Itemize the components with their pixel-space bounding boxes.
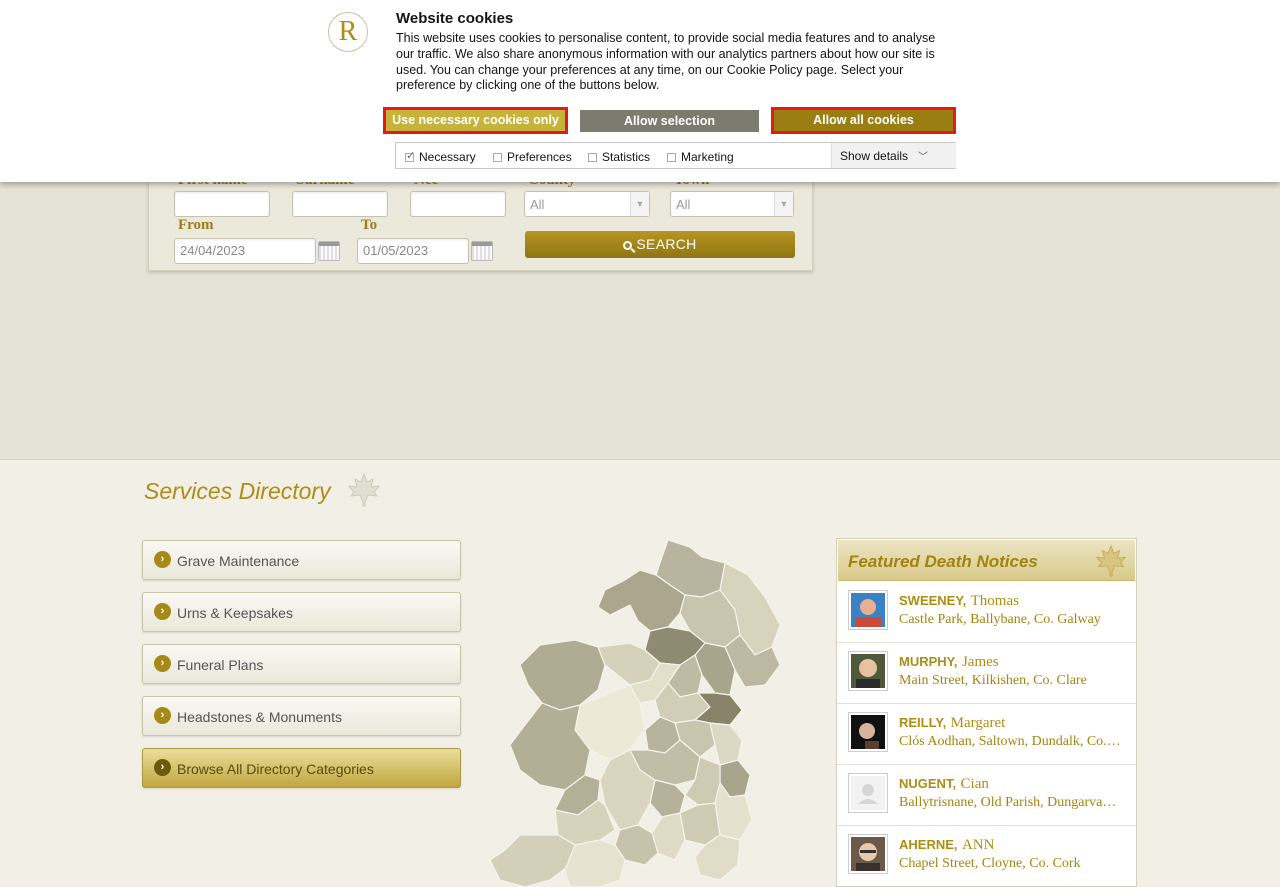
search-button-label: SEARCH <box>636 236 697 252</box>
notice-address: Castle Park, Ballybane, Co. Galway <box>899 612 1101 627</box>
town-select[interactable]: All ▼ <box>670 191 794 217</box>
browse-all-categories-button[interactable]: › Browse All Directory Categories <box>142 748 461 788</box>
county-select-value: All <box>530 197 545 212</box>
services-directory-title: Services Directory <box>144 478 331 504</box>
from-date-input[interactable]: 24/04/2023 <box>174 238 316 264</box>
notice-item[interactable]: SWEENEY, Thomas Castle Park, Ballybane, … <box>837 582 1136 643</box>
maple-leaf-icon <box>347 472 381 507</box>
notice-address: Chapel Street, Cloyne, Co. Cork <box>899 856 1081 871</box>
directory-item-label: Urns & Keepsakes <box>177 605 293 621</box>
chevron-down-icon: ▼ <box>630 192 649 216</box>
county-select[interactable]: All ▼ <box>524 191 650 217</box>
cookie-banner: R Website cookies This website uses cook… <box>0 0 1280 182</box>
use-necessary-cookies-label: Use necessary cookies only <box>386 110 565 131</box>
chevron-down-icon: ﹀ <box>918 152 928 163</box>
to-date-input[interactable]: 01/05/2023 <box>357 238 469 264</box>
ireland-county-map[interactable] <box>480 535 792 887</box>
option-label: Necessary <box>419 150 476 164</box>
map-county-laois[interactable] <box>649 779 686 818</box>
notice-forename[interactable]: Thomas <box>971 593 1019 609</box>
notice-photo[interactable] <box>848 834 888 874</box>
map-county-meath[interactable] <box>709 722 743 766</box>
from-label: From <box>178 217 214 233</box>
search-icon <box>623 241 633 250</box>
notice-surname[interactable]: AHERNE, <box>899 837 958 852</box>
directory-item-label: Headstones & Monuments <box>177 709 342 725</box>
notice-surname[interactable]: MURPHY, <box>899 654 958 669</box>
chevron-down-icon: ▼ <box>774 192 793 216</box>
chevron-right-icon: › <box>154 707 171 724</box>
featured-death-notices: Featured Death Notices SWEENEY, Thomas C… <box>836 538 1137 887</box>
search-button[interactable]: SEARCH <box>525 231 795 258</box>
surname-input[interactable] <box>292 191 388 217</box>
notice-address: Ballytrisnane, Old Parish, Dungarvan, Co… <box>899 795 1121 810</box>
checkbox-preferences[interactable] <box>493 153 502 162</box>
option-label: Preferences <box>507 150 572 164</box>
to-label: To <box>361 217 378 233</box>
cookie-title: Website cookies <box>396 10 514 27</box>
allow-all-cookies-label: Allow all cookies <box>774 110 953 131</box>
nee-input[interactable] <box>410 191 506 217</box>
checkbox-necessary[interactable] <box>405 149 415 162</box>
directory-item-label: Funeral Plans <box>177 657 264 673</box>
notice-item[interactable]: REILLY, Margaret Clós Aodhan, Saltown, D… <box>837 704 1136 765</box>
calendar-icon[interactable] <box>471 241 493 261</box>
allow-all-cookies-button[interactable]: Allow all cookies <box>771 107 956 134</box>
featured-header: Featured Death Notices <box>838 540 1135 581</box>
option-label: Statistics <box>602 150 651 164</box>
necessary-option[interactable]: Necessary <box>405 149 476 164</box>
chevron-right-icon: › <box>154 759 171 776</box>
marketing-option[interactable]: Marketing <box>667 150 734 164</box>
map-county-kerry[interactable] <box>489 834 576 887</box>
chevron-right-icon: › <box>154 551 171 568</box>
statistics-option[interactable]: Statistics <box>588 150 650 164</box>
site-logo: R <box>328 12 368 52</box>
checkbox-statistics[interactable] <box>588 153 597 162</box>
option-label: Marketing <box>681 150 734 164</box>
show-details-toggle[interactable]: Show details ﹀ <box>831 143 956 168</box>
featured-title: Featured Death Notices <box>848 552 1038 571</box>
notice-item[interactable]: NUGENT, Cian Ballytrisnane, Old Parish, … <box>837 765 1136 826</box>
notice-surname[interactable]: NUGENT, <box>899 776 956 791</box>
directory-item-grave-maintenance[interactable]: › Grave Maintenance <box>142 540 461 580</box>
preferences-option[interactable]: Preferences <box>493 150 572 164</box>
directory-item-label: Browse All Directory Categories <box>177 761 374 777</box>
notice-photo[interactable] <box>848 651 888 691</box>
use-necessary-cookies-button[interactable]: Use necessary cookies only <box>383 107 568 134</box>
notice-surname[interactable]: SWEENEY, <box>899 593 966 608</box>
cookie-preferences-bar: Necessary Preferences Statistics Marketi… <box>395 142 956 169</box>
town-select-value: All <box>676 197 691 212</box>
notice-address: Main Street, Kilkishen, Co. Clare <box>899 673 1087 688</box>
first-name-input[interactable] <box>174 191 270 217</box>
chevron-right-icon: › <box>154 655 171 672</box>
notice-forename[interactable]: Cian <box>961 776 989 792</box>
notice-forename[interactable]: Margaret <box>951 715 1006 731</box>
notice-photo[interactable] <box>848 712 888 752</box>
map-county-galway[interactable] <box>509 702 591 791</box>
notice-photo[interactable] <box>848 590 888 630</box>
notice-item[interactable]: MURPHY, James Main Street, Kilkishen, Co… <box>837 643 1136 704</box>
maple-leaf-icon <box>1095 544 1127 577</box>
directory-item-label: Grave Maintenance <box>177 553 300 569</box>
notice-item[interactable]: AHERNE, ANN Chapel Street, Cloyne, Co. C… <box>837 826 1136 887</box>
chevron-right-icon: › <box>154 603 171 620</box>
allow-selection-button[interactable]: Allow selection <box>580 110 759 132</box>
directory-item-urns-keepsakes[interactable]: › Urns & Keepsakes <box>142 592 461 632</box>
notice-forename[interactable]: James <box>962 654 999 670</box>
checkbox-marketing[interactable] <box>667 153 676 162</box>
calendar-icon[interactable] <box>318 241 340 261</box>
notice-photo-placeholder[interactable] <box>848 773 888 813</box>
show-details-label: Show details <box>840 149 909 163</box>
directory-item-headstones-monuments[interactable]: › Headstones & Monuments <box>142 696 461 736</box>
cookie-description: This website uses cookies to personalise… <box>396 31 936 93</box>
directory-item-funeral-plans[interactable]: › Funeral Plans <box>142 644 461 684</box>
notice-forename[interactable]: ANN <box>962 837 995 853</box>
notice-address: Clós Aodhan, Saltown, Dundalk, Co. Louth <box>899 734 1121 749</box>
map-county-cork[interactable] <box>564 839 626 887</box>
notice-surname[interactable]: REILLY, <box>899 715 946 730</box>
